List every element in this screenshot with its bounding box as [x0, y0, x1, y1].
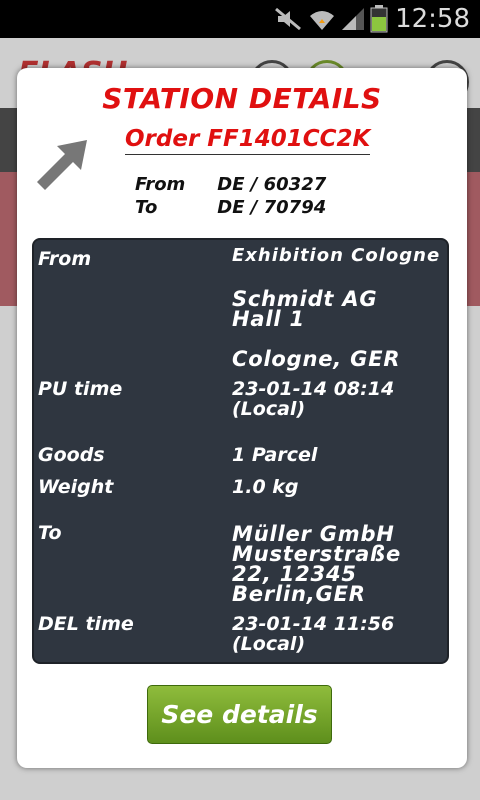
weight-value: 1.0 kg: [232, 476, 299, 498]
del-time-zone: (Local): [232, 633, 306, 655]
from-line-2: Schmidt AG: [232, 287, 378, 311]
to-line-2: Musterstraße: [232, 542, 401, 566]
goods-label: Goods: [38, 444, 105, 466]
mute-icon: [275, 7, 301, 31]
weight-label: Weight: [38, 476, 114, 498]
pu-time-label: PU time: [38, 378, 123, 400]
del-time-value: 23-01-14 11:56: [232, 613, 395, 635]
signal-icon: [342, 8, 364, 30]
from-line-1: Exhibition Cologne: [232, 245, 441, 266]
to-line-3: 22, 12345: [232, 562, 357, 586]
from-line-3: Hall 1: [232, 307, 305, 331]
to-line-4: Berlin,GER: [232, 582, 366, 606]
pu-time-value: 23-01-14 08:14: [232, 378, 395, 400]
from-label: From: [38, 248, 92, 270]
order-number: Order FF1401CC2K: [125, 126, 371, 155]
route-summary: From DE / 60327 To DE / 70794: [135, 173, 326, 219]
status-icons: [274, 4, 388, 34]
to-label: To: [38, 522, 62, 544]
see-details-button[interactable]: See details: [147, 685, 332, 744]
pu-time-zone: (Local): [232, 398, 306, 420]
wifi-icon: [310, 11, 334, 30]
to-line-1: Müller GmbH: [232, 522, 395, 546]
dialog-title: STATION DETAILS: [102, 82, 382, 115]
route-from-label: From: [135, 174, 186, 195]
battery-icon: [370, 5, 388, 33]
route-to-value: DE / 70794: [217, 197, 327, 218]
status-clock: 12:58: [395, 4, 470, 34]
details-panel: From Exhibition Cologne Schmidt AG Hall …: [32, 238, 449, 664]
del-time-label: DEL time: [38, 613, 134, 635]
status-bar: 12:58: [0, 0, 480, 38]
station-details-dialog: STATION DETAILS Order FF1401CC2K From DE…: [17, 68, 467, 768]
from-line-4: Cologne, GER: [232, 347, 401, 371]
goods-value: 1 Parcel: [232, 444, 318, 466]
route-from-value: DE / 60327: [217, 174, 327, 195]
arrow-up-right-icon: [37, 140, 87, 190]
route-to-label: To: [135, 197, 158, 218]
